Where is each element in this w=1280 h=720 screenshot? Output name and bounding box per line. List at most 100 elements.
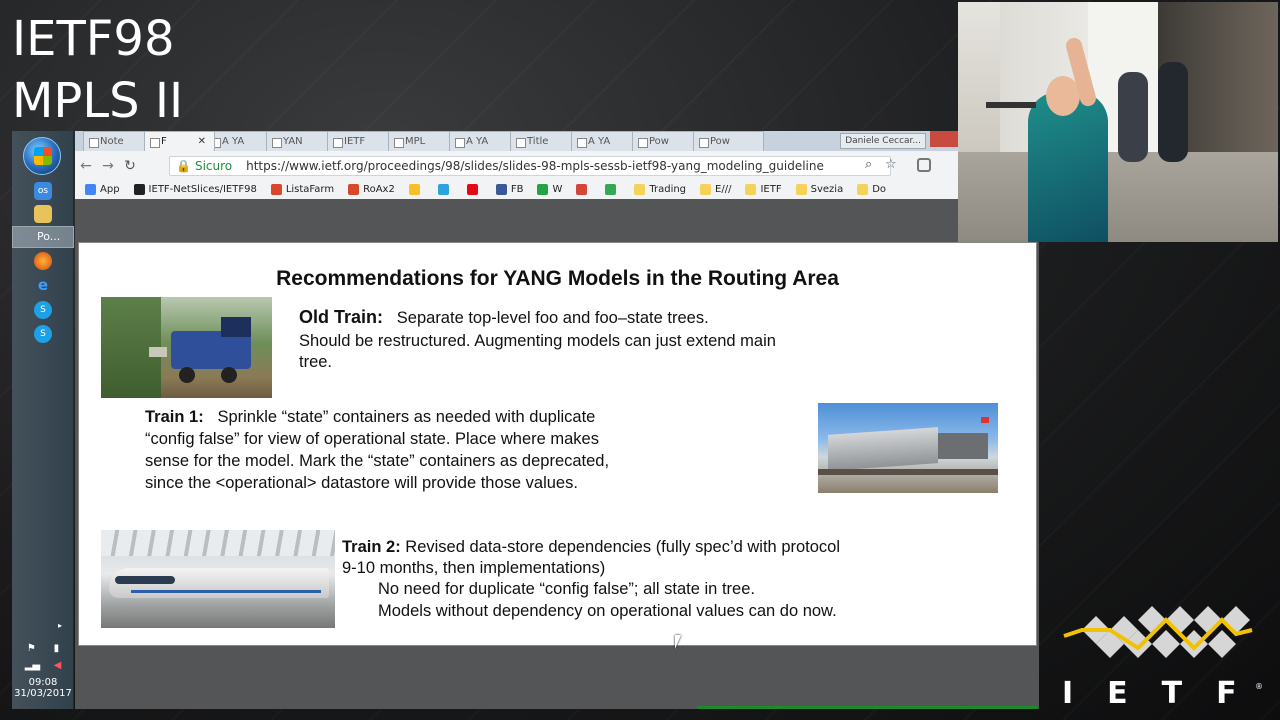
- skype-icon[interactable]: S: [34, 301, 52, 319]
- extension-icon[interactable]: [917, 158, 931, 172]
- signal-icon[interactable]: ▂▄: [25, 660, 40, 671]
- tab-label: Pow: [649, 136, 669, 147]
- skype-icon-2[interactable]: S: [34, 325, 52, 343]
- bookmark-item[interactable]: [605, 183, 620, 195]
- presentation-slide: Recommendations for YANG Models in the R…: [79, 243, 1036, 645]
- old-train-text: Separate top-level foo and foo–state tre…: [396, 309, 709, 327]
- train2-text: Revised data-store dependencies (fully s…: [405, 538, 841, 556]
- folder-icon[interactable]: [34, 205, 52, 223]
- old-train-line2: Should be restructured. Augmenting model…: [299, 332, 776, 350]
- slide-title: Recommendations for YANG Models in the R…: [276, 267, 839, 290]
- tab-label: A YA: [466, 136, 489, 147]
- tab-label: MPL: [405, 136, 426, 147]
- bookmark-star-icon[interactable]: ☆: [885, 157, 897, 172]
- bookmark-icon: [270, 183, 282, 195]
- bookmark-icon: [437, 183, 449, 195]
- ie-icon[interactable]: e: [34, 276, 52, 294]
- bookmark-item[interactable]: FB: [495, 183, 524, 195]
- train1-heading: Train 1:: [145, 408, 204, 426]
- bookmark-label: FB: [510, 183, 524, 195]
- clock-date[interactable]: 31/03/2017: [12, 688, 74, 699]
- lock-icon: 🔒: [176, 159, 191, 173]
- windows-taskbar: os Po... e S S ▸ ⚑ ▮ ▂▄ ◀ 09:08 31/03/20…: [12, 131, 74, 709]
- bookmark-label: App: [100, 183, 120, 195]
- train1-line2: “config false” for view of operational s…: [145, 430, 599, 448]
- bookmark-item[interactable]: E///: [700, 183, 732, 195]
- system-tray: ⚑ ▮ ▂▄ ◀ 09:08 31/03/2017: [12, 643, 74, 699]
- close-tab-icon[interactable]: ✕: [198, 132, 206, 151]
- bookmark-icon: [605, 183, 617, 195]
- commuter-train-photo: [818, 403, 998, 493]
- bookmarks-bar: App IETF-NetSlices/IETF98 ListaFarm RoAx2 FB…: [75, 179, 958, 199]
- train1-line1: Train 1: Sprinkle “state” containers as …: [145, 407, 595, 429]
- train2-heading: Train 2:: [342, 538, 401, 556]
- bookmark-icon: [495, 183, 507, 195]
- bookmark-icon: [466, 183, 478, 195]
- taskbar-item-powerpoint[interactable]: Po...: [12, 226, 74, 248]
- taskbar-item-label: Po...: [37, 230, 61, 243]
- bookmark-icon: [745, 183, 757, 195]
- old-train-line1: Old Train: Separate top-level foo and fo…: [299, 307, 709, 330]
- address-row: ← → ↻ 🔒 Sicuro https://www.ietf.org/procee…: [75, 153, 958, 179]
- bookmark-label: IETF-NetSlices/IETF98: [148, 183, 257, 195]
- train1-text: Sprinkle “state” containers as needed wi…: [217, 408, 596, 426]
- windows-logo-icon: [34, 147, 52, 165]
- train1-line4: since the <operational> datastore will p…: [145, 474, 578, 492]
- bookmark-item[interactable]: [576, 183, 591, 195]
- volume-muted-icon[interactable]: ◀: [54, 660, 62, 671]
- bookmark-item[interactable]: Svezia: [795, 183, 843, 195]
- bookmark-icon: [795, 183, 807, 195]
- tab-pow-2[interactable]: Pow: [693, 131, 764, 151]
- tray-expand-icon[interactable]: ▸: [58, 621, 62, 630]
- start-button[interactable]: [23, 137, 61, 175]
- progress-bar: [697, 706, 1037, 709]
- train2-line3: No need for duplicate “config false”; al…: [378, 580, 755, 598]
- bookmark-item[interactable]: W: [537, 183, 563, 195]
- back-icon[interactable]: ←: [75, 158, 97, 174]
- bookmark-item[interactable]: [408, 183, 424, 195]
- high-speed-train-photo: [101, 530, 335, 628]
- bookmark-item[interactable]: IETF: [745, 183, 782, 195]
- bookmark-item[interactable]: RoAx2: [348, 183, 395, 195]
- bookmark-item[interactable]: App: [85, 183, 120, 195]
- train2-line2: 9-10 months, then implementations): [342, 559, 606, 577]
- bookmark-item[interactable]: ListaFarm: [270, 183, 335, 195]
- bookmark-item[interactable]: [466, 183, 482, 195]
- firefox-icon[interactable]: [34, 252, 52, 270]
- tab-label: Pow: [710, 136, 730, 147]
- window-close-button[interactable]: [930, 131, 958, 147]
- bookmark-label: IETF: [760, 183, 782, 195]
- flag-icon[interactable]: ⚑: [27, 643, 36, 654]
- bookmark-icon: [576, 183, 588, 195]
- bookmark-label: Trading: [649, 183, 687, 195]
- bookmark-icon: [408, 183, 420, 195]
- bookmark-item[interactable]: IETF-NetSlices/IETF98: [133, 183, 257, 195]
- tab-active[interactable]: F ✕: [144, 131, 215, 151]
- bookmark-item[interactable]: Do: [857, 183, 887, 195]
- address-bar[interactable]: 🔒 Sicuro https://www.ietf.org/proceedings/…: [169, 156, 891, 176]
- clock-time[interactable]: 09:08: [12, 677, 74, 688]
- mouse-cursor-icon: [675, 635, 687, 649]
- bookmark-label: E///: [715, 183, 732, 195]
- os-app-icon[interactable]: os: [34, 182, 52, 200]
- ietf-wordmark: IETF: [1062, 676, 1271, 711]
- zoom-search-icon[interactable]: ⌕: [865, 157, 872, 172]
- tab-label: F: [161, 136, 167, 147]
- battery-icon[interactable]: ▮: [54, 643, 60, 654]
- forward-icon[interactable]: →: [97, 158, 119, 174]
- overlay-line-session: MPLS II: [12, 73, 184, 129]
- tab-label: A YA: [588, 136, 611, 147]
- tab-label: A YA: [222, 136, 245, 147]
- old-train-heading: Old Train:: [299, 307, 384, 327]
- steam-train-photo: [101, 297, 272, 398]
- profile-button[interactable]: Daniele Ceccar...: [840, 133, 926, 149]
- bookmark-label: W: [552, 183, 563, 195]
- overlay-line-ietf98: IETF98: [12, 11, 175, 67]
- bookmark-item[interactable]: [437, 183, 453, 195]
- train2-line4: Models without dependency on operational…: [378, 602, 837, 620]
- train2-line1: Train 2: Revised data-store dependencies…: [342, 537, 840, 559]
- bookmark-item[interactable]: Trading: [634, 183, 687, 195]
- reload-icon[interactable]: ↻: [119, 158, 141, 174]
- bookmark-label: ListaFarm: [285, 183, 335, 195]
- bookmark-label: Do: [872, 183, 887, 195]
